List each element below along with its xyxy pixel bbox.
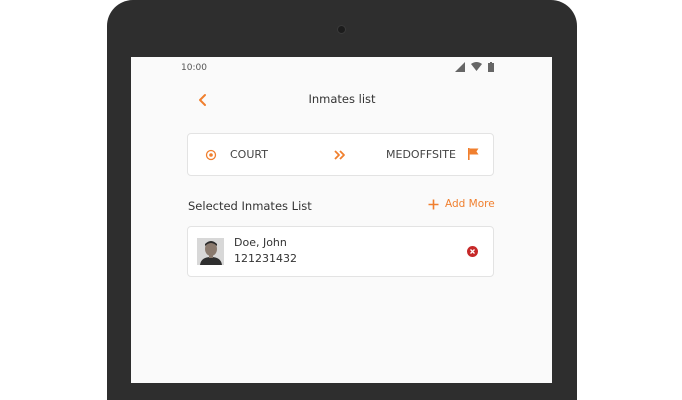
back-arrow-icon[interactable]	[196, 92, 210, 108]
double-chevron-right-icon	[334, 150, 345, 160]
route-from: COURT	[230, 148, 268, 161]
plus-icon	[428, 199, 439, 209]
flag-icon	[468, 148, 479, 160]
section-title: Selected Inmates List	[188, 199, 312, 213]
add-more-button[interactable]: Add More	[428, 198, 495, 210]
status-time: 10:00	[181, 63, 207, 73]
camera-dot	[337, 25, 346, 34]
inmate-name: Doe, John	[234, 236, 287, 249]
page-title: Inmates list	[308, 92, 376, 106]
add-more-label: Add More	[445, 198, 495, 210]
list-item[interactable]: Doe, John 121231432	[187, 226, 494, 277]
route-card: COURT MEDOFFSITE	[187, 133, 494, 176]
inmate-id: 121231432	[234, 252, 297, 265]
route-to: MEDOFFSITE	[386, 148, 456, 161]
signal-icon	[455, 62, 465, 72]
inmate-photo	[197, 238, 224, 265]
wifi-icon	[471, 62, 482, 71]
remove-circle-icon[interactable]	[467, 246, 478, 257]
status-icons	[455, 62, 494, 72]
location-target-icon	[205, 149, 217, 161]
avatar	[197, 238, 224, 265]
battery-icon	[488, 62, 494, 72]
